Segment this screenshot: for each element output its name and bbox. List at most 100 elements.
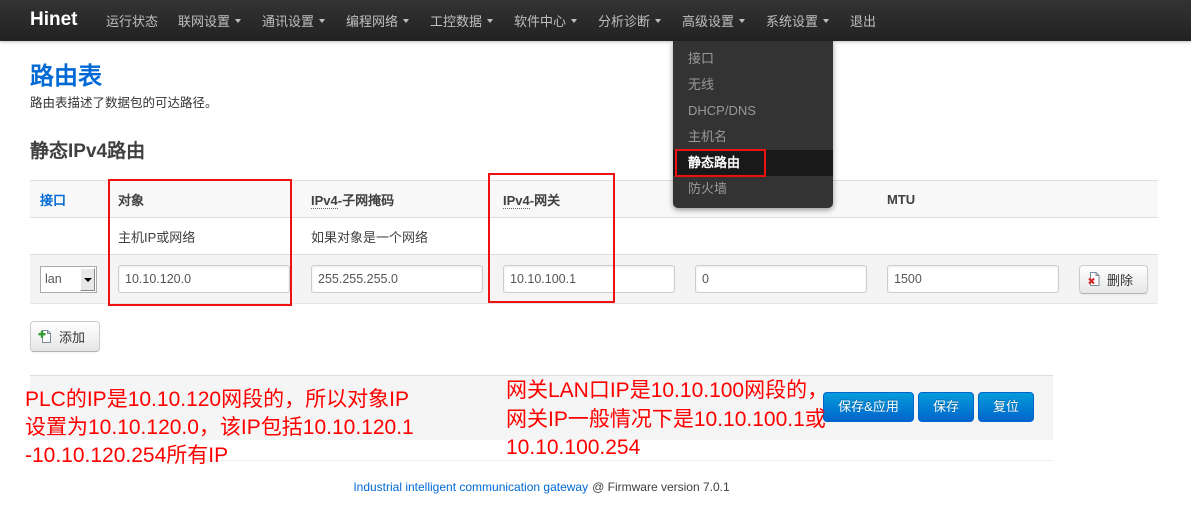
dropdown-item-hostnames[interactable]: 主机名	[673, 124, 833, 150]
column-header-label: MTU	[887, 191, 916, 207]
menu-item-label: 联网设置	[178, 14, 231, 29]
column-header-netmask: IPv4-子网掩码	[301, 181, 493, 218]
caret-down-icon	[655, 19, 662, 23]
menu-item-comm-settings[interactable]: 通讯设置	[252, 0, 336, 41]
cell-netmask	[301, 255, 493, 304]
menu-item-industrial-data[interactable]: 工控数据	[420, 0, 504, 41]
caret-down-icon	[739, 19, 746, 23]
hint-cell	[30, 218, 108, 255]
column-header-gateway: IPv4-网关	[493, 181, 685, 218]
caret-down-icon	[235, 19, 242, 23]
menu-item-label: 系统设置	[766, 14, 819, 29]
menu-item-system-settings[interactable]: 系统设置	[756, 0, 840, 41]
column-header-label: 对象	[118, 192, 145, 208]
menu-item-label: 运行状态	[106, 14, 159, 29]
netmask-input[interactable]	[311, 265, 483, 293]
brand-logo[interactable]: Hinet	[30, 0, 78, 41]
hint-netmask: 如果对象是一个网络	[311, 229, 429, 245]
table-header-row: 接口 对象 IPv4-子网掩码 IPv4-网关 MTU	[30, 180, 1158, 218]
annotation-line: -10.10.120.254所有IP	[25, 444, 229, 467]
add-button[interactable]: 添加	[30, 321, 100, 352]
footer: Industrial intelligent communication gat…	[30, 479, 1053, 495]
table-row: lan 10.10.120.0 255.255.255.0 10.10.100.…	[30, 254, 1158, 304]
dropdown-item-wireless[interactable]: 无线	[673, 72, 833, 98]
hint-target: 主机IP或网络	[118, 229, 196, 245]
column-header-target: 对象	[108, 181, 301, 218]
delete-icon	[1088, 272, 1100, 286]
reset-button[interactable]: 复位	[978, 392, 1034, 422]
dropdown-item-dhcp-dns[interactable]: DHCP/DNS	[673, 98, 833, 124]
menu-item-label: 分析诊断	[598, 14, 651, 29]
section-title: 静态IPv4路由	[30, 141, 146, 162]
menu-item-label: 工控数据	[430, 14, 483, 29]
menu-item-label: 编程网络	[346, 14, 399, 29]
column-header-interface: 接口	[30, 181, 108, 218]
top-navbar: Hinet 运行状态 联网设置 通讯设置 编程网络 工控数据 软件中心 分析诊断	[0, 0, 1191, 41]
annotation-target-note: PLC的IP是10.10.120网段的，所以对象IP 设置为10.10.120.…	[25, 386, 414, 470]
cell-gateway	[493, 255, 685, 304]
page-description: 路由表描述了数据包的可达路径。	[30, 96, 218, 110]
menu-item-label: 退出	[850, 14, 877, 29]
hint-cell	[493, 218, 685, 255]
advanced-settings-dropdown: 接口 无线 DHCP/DNS 主机名 静态路由 防火墙	[673, 41, 833, 208]
menu-item-diagnostics[interactable]: 分析诊断	[588, 0, 672, 41]
hint-cell	[685, 218, 877, 255]
abbr-ipv4: IPv4	[311, 192, 338, 209]
save-apply-button[interactable]: 保存&应用	[823, 392, 914, 422]
column-header-mtu: MTU	[877, 181, 1069, 218]
delete-button-label: 删除	[1107, 272, 1134, 288]
cell-actions: 删除	[1069, 255, 1158, 304]
mtu-input[interactable]	[887, 265, 1059, 293]
footer-link[interactable]: Industrial intelligent communication gat…	[353, 480, 588, 494]
cell-target	[108, 255, 301, 304]
interface-select[interactable]: lan	[40, 265, 97, 293]
dropdown-item-firewall[interactable]: 防火墙	[673, 176, 833, 202]
hint-cell	[877, 218, 1069, 255]
menu-item-network-settings[interactable]: 联网设置	[168, 0, 252, 41]
annotation-gateway-note: 网关LAN口IP是10.10.100网段的， 网关IP一般情况下是10.10.1…	[506, 377, 828, 463]
table-body: 接口 对象 IPv4-子网掩码 IPv4-网关 MTU 主机IP或网络 如果对象…	[30, 180, 1158, 304]
add-button-label: 添加	[59, 330, 86, 345]
annotation-line: PLC的IP是10.10.120网段的，所以对象IP	[25, 388, 409, 411]
caret-down-icon	[487, 19, 494, 23]
target-input[interactable]	[118, 265, 290, 293]
gateway-input[interactable]	[503, 265, 675, 293]
hint-cell	[1069, 218, 1158, 255]
static-route-table: 接口 对象 IPv4-子网掩码 IPv4-网关 MTU 主机IP或网络 如果对象…	[30, 180, 1158, 304]
column-header-label[interactable]: 接口	[40, 193, 66, 208]
menu-item-software-center[interactable]: 软件中心	[504, 0, 588, 41]
delete-button[interactable]: 删除	[1079, 264, 1148, 294]
menu-item-label: 软件中心	[514, 14, 567, 29]
column-header-label: -网关	[529, 192, 561, 208]
annotation-line: 网关IP一般情况下是10.10.100.1或	[506, 407, 826, 431]
select-value: lan	[45, 271, 62, 286]
annotation-line: 10.10.100.254	[506, 436, 641, 459]
menu-item-programming-network[interactable]: 编程网络	[336, 0, 420, 41]
annotation-line: 网关LAN口IP是10.10.100网段的，	[506, 379, 829, 402]
table-description-row: 主机IP或网络 如果对象是一个网络	[30, 217, 1158, 255]
cell-interface: lan	[30, 255, 108, 304]
column-header-label: -子网掩码	[337, 192, 395, 208]
page-title: 路由表	[30, 63, 102, 90]
caret-down-icon	[403, 19, 410, 23]
caret-down-icon	[319, 19, 326, 23]
select-arrow-icon[interactable]	[80, 267, 95, 291]
add-icon	[38, 330, 51, 343]
menu-item-run-status[interactable]: 运行状态	[96, 0, 168, 41]
caret-down-icon	[823, 19, 830, 23]
fifth-column-input[interactable]	[695, 265, 867, 293]
annotation-line: 设置为10.10.120.0，该IP包括10.10.120.1	[25, 416, 414, 439]
firmware-version: @ Firmware version 7.0.1	[592, 480, 730, 494]
dropdown-item-static-routes[interactable]: 静态路由	[673, 150, 833, 176]
dropdown-item-interfaces[interactable]: 接口	[673, 46, 833, 72]
menu-item-logout[interactable]: 退出	[840, 0, 886, 41]
save-button[interactable]: 保存	[918, 392, 974, 422]
main-menu: 运行状态 联网设置 通讯设置 编程网络 工控数据 软件中心 分析诊断 高级设置	[96, 0, 886, 41]
caret-down-icon	[571, 19, 578, 23]
column-header-actions	[1069, 181, 1158, 218]
menu-item-label: 通讯设置	[262, 14, 315, 29]
menu-item-advanced-settings[interactable]: 高级设置	[672, 0, 756, 41]
cell-mtu	[877, 255, 1069, 304]
cell-fifth	[685, 255, 877, 304]
menu-item-label: 高级设置	[682, 14, 735, 29]
